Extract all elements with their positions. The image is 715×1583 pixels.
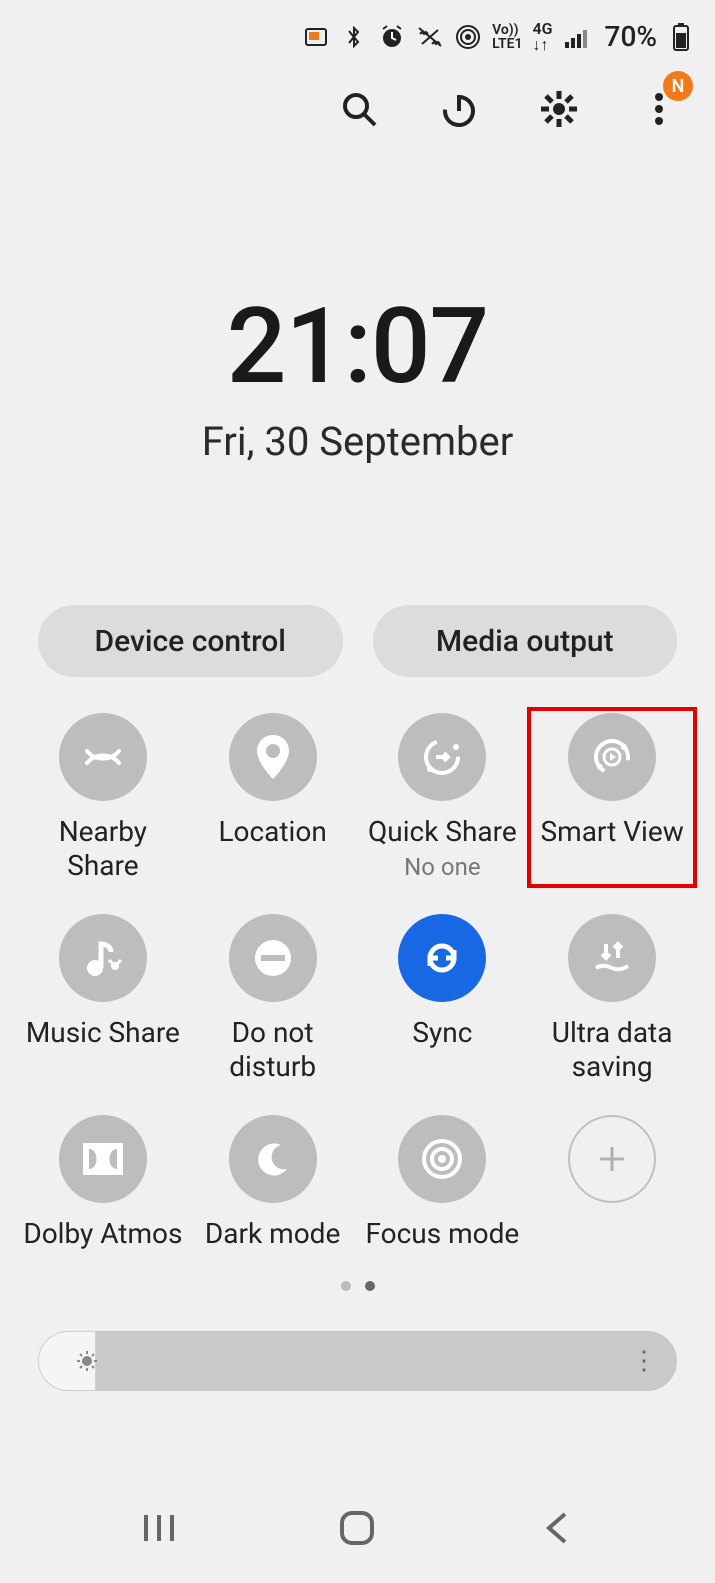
bluetooth-icon	[340, 23, 368, 51]
location-icon	[253, 733, 293, 781]
tile-label: Location	[218, 815, 326, 849]
tile-do-not-disturb[interactable]: Do not disturb	[188, 908, 358, 1089]
brightness-thumb-icon	[76, 1350, 98, 1372]
tile-ultra-data-saving[interactable]: Ultra data saving	[527, 908, 697, 1089]
smart-view-icon	[588, 733, 636, 781]
tile-label: Do not disturb	[190, 1016, 356, 1083]
status-bar: Vo))LTE1 4G↓↑ 70%	[0, 0, 715, 53]
tile-label: Ultra data saving	[529, 1016, 695, 1083]
dolby-icon	[81, 1141, 125, 1177]
tile-smart-view[interactable]: Smart View	[527, 707, 697, 888]
quick-settings-grid: Nearby Share Location Quick Share No one…	[0, 677, 715, 1257]
alarm-icon	[378, 23, 406, 51]
back-button[interactable]	[526, 1498, 586, 1558]
recents-button[interactable]	[129, 1498, 189, 1558]
tile-sync[interactable]: Sync	[358, 908, 528, 1089]
tile-location[interactable]: Location	[188, 707, 358, 888]
tile-focus-mode[interactable]: Focus mode	[358, 1109, 528, 1257]
network-type: 4G↓↑	[533, 21, 553, 53]
tile-music-share[interactable]: Music Share	[18, 908, 188, 1089]
nearby-share-icon	[81, 735, 125, 779]
tile-label: Sync	[412, 1016, 472, 1050]
data-saving-icon	[588, 934, 636, 982]
home-button[interactable]	[327, 1498, 387, 1558]
tile-dark-mode[interactable]: Dark mode	[188, 1109, 358, 1257]
media-output-pill[interactable]: Media output	[373, 605, 678, 677]
clock-block: 21:07 Fri, 30 September	[0, 285, 715, 465]
notification-badge: N	[663, 71, 693, 101]
navigation-bar	[0, 1473, 715, 1583]
tile-label: Smart View	[541, 815, 684, 849]
tile-label: Focus mode	[365, 1217, 519, 1251]
device-control-pill[interactable]: Device control	[38, 605, 343, 677]
tile-label: Quick Share	[368, 815, 517, 849]
tile-quick-share[interactable]: Quick Share No one	[358, 707, 528, 888]
tile-label: Dark mode	[205, 1217, 340, 1251]
music-share-icon	[81, 936, 125, 980]
tile-nearby-share[interactable]: Nearby Share	[18, 707, 188, 888]
search-button[interactable]	[333, 83, 385, 135]
plus-icon	[594, 1141, 630, 1177]
focus-mode-icon	[420, 1137, 464, 1181]
dark-mode-icon	[253, 1139, 293, 1179]
power-button[interactable]	[433, 83, 485, 135]
tile-add[interactable]	[527, 1109, 697, 1257]
tile-label: Music Share	[26, 1016, 180, 1050]
brightness-more-icon[interactable]: ⋮	[631, 1346, 657, 1376]
clock-date: Fri, 30 September	[0, 418, 715, 465]
pager-dot	[341, 1281, 351, 1291]
signal-icon	[563, 23, 591, 51]
settings-button[interactable]	[533, 83, 585, 135]
panel-actions: N	[0, 53, 715, 135]
tile-dolby-atmos[interactable]: Dolby Atmos	[18, 1109, 188, 1257]
clock-time: 21:07	[0, 285, 715, 408]
tile-sublabel: No one	[404, 853, 480, 881]
sync-icon	[418, 934, 466, 982]
volte-icon: Vo))LTE1	[492, 23, 522, 51]
vibrate-icon	[416, 23, 444, 51]
shortcut-pills: Device control Media output	[0, 605, 715, 677]
page-indicator	[0, 1281, 715, 1291]
quick-share-icon	[418, 733, 466, 781]
battery-percentage: 70%	[605, 20, 657, 53]
brightness-slider[interactable]: ⋮	[38, 1331, 677, 1391]
dnd-icon	[249, 934, 297, 982]
tile-label: Dolby Atmos	[23, 1217, 182, 1251]
cast-icon	[302, 23, 330, 51]
pager-dot-active	[365, 1281, 375, 1291]
tile-label: Nearby Share	[20, 815, 186, 882]
battery-icon	[667, 23, 695, 51]
hotspot-icon	[454, 23, 482, 51]
